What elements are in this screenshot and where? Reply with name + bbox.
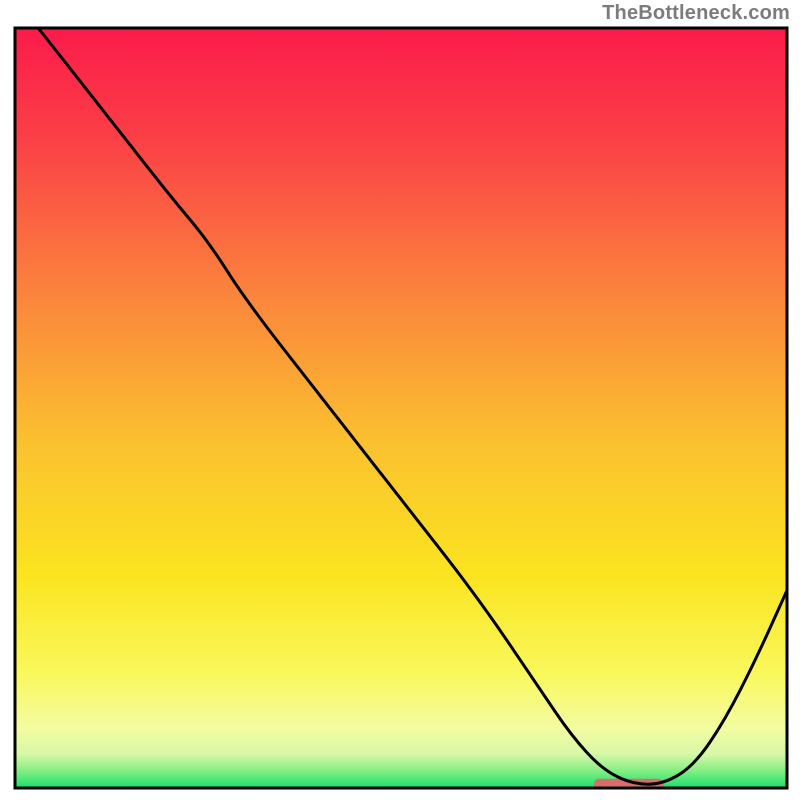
gradient-fill bbox=[15, 28, 787, 788]
bottleneck-chart bbox=[0, 0, 800, 800]
chart-stage: TheBottleneck.com bbox=[0, 0, 800, 800]
